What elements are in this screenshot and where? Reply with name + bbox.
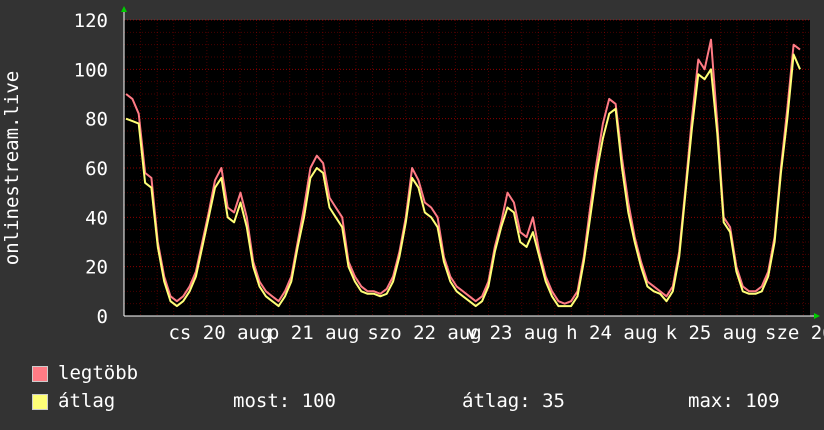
x-tick-label: h 24 aug bbox=[566, 322, 658, 344]
legend-label-legtobb: legtöbb bbox=[58, 362, 139, 384]
x-tick-label: p 21 aug bbox=[268, 322, 360, 344]
y-tick-label: 20 bbox=[85, 257, 108, 279]
x-tick-label: sze 26 bbox=[765, 322, 824, 344]
stat-atlag: átlag: 35 bbox=[462, 390, 565, 412]
y-tick-label: 0 bbox=[97, 306, 108, 328]
y-axis-label: onlinestream.live bbox=[1, 71, 23, 265]
x-tick-label: cs 20 aug bbox=[168, 322, 271, 344]
x-axis-arrow bbox=[814, 313, 820, 319]
legend-swatch-atlag bbox=[32, 394, 48, 410]
y-tick-label: 100 bbox=[74, 59, 108, 81]
y-axis-arrow bbox=[121, 6, 127, 12]
legend-label-atlag: átlag bbox=[58, 390, 116, 412]
x-tick-label: k 25 aug bbox=[666, 322, 758, 344]
y-tick-label: 40 bbox=[85, 207, 108, 229]
x-tick-label: szo 22 aug bbox=[367, 322, 481, 344]
y-tick-label: 80 bbox=[85, 109, 108, 131]
y-tick-label: 60 bbox=[85, 158, 108, 180]
x-tick-label: v 23 aug bbox=[467, 322, 559, 344]
legend-swatch-legtobb bbox=[32, 366, 48, 382]
stat-max: max: 109 bbox=[688, 390, 780, 412]
y-tick-label: 120 bbox=[74, 10, 108, 32]
stat-most: most: 100 bbox=[233, 390, 336, 412]
